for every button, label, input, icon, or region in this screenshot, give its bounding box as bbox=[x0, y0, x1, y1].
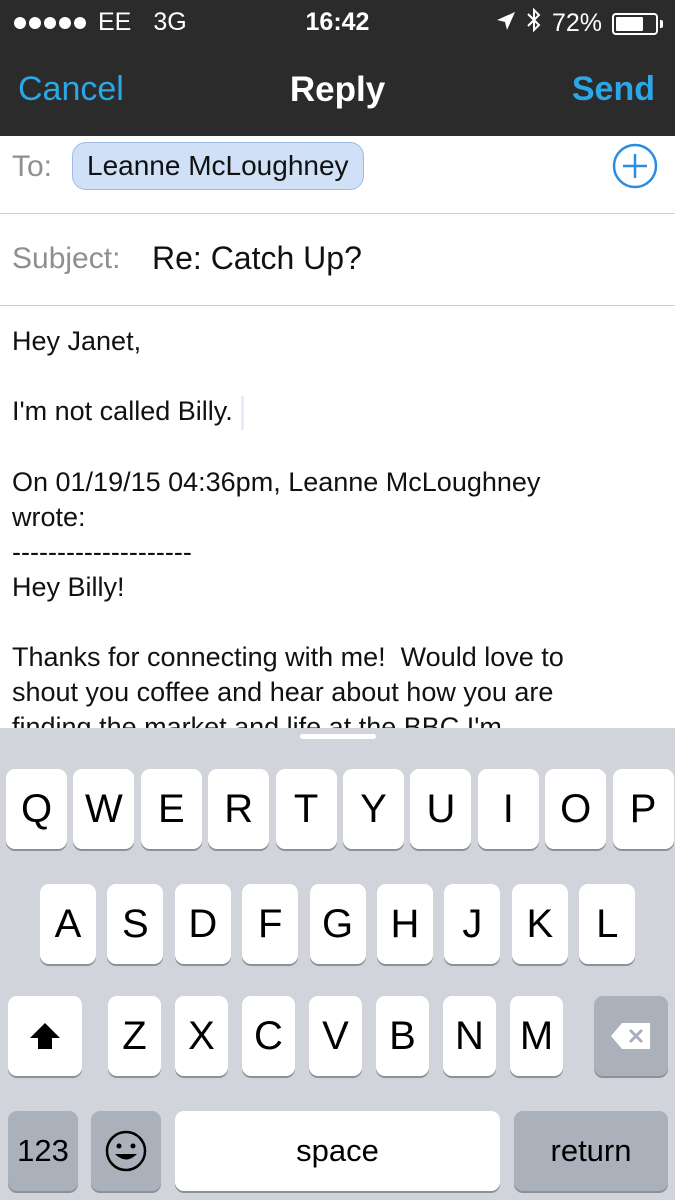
subject-field[interactable]: Subject: Re: Catch Up? bbox=[0, 214, 675, 306]
plus-circle-icon bbox=[612, 143, 658, 189]
key-v[interactable]: V bbox=[309, 996, 362, 1076]
key-j[interactable]: J bbox=[444, 884, 501, 964]
bluetooth-icon bbox=[526, 7, 542, 40]
location-arrow-icon bbox=[496, 9, 516, 38]
space-key[interactable]: space bbox=[175, 1111, 500, 1191]
key-l[interactable]: L bbox=[579, 884, 636, 964]
body-reply-text: I'm not called Billy. bbox=[12, 396, 233, 426]
quoted-greeting: Hey Billy! bbox=[12, 571, 125, 602]
numbers-key[interactable]: 123 bbox=[8, 1111, 78, 1191]
delete-icon bbox=[611, 1023, 650, 1049]
key-g[interactable]: G bbox=[309, 884, 366, 964]
emoji-icon bbox=[105, 1130, 147, 1172]
subject-label: Subject: bbox=[12, 242, 121, 275]
key-y[interactable]: Y bbox=[343, 769, 404, 849]
shift-key[interactable] bbox=[8, 996, 82, 1076]
quoted-line3: finding the market and life at the BBC.I… bbox=[12, 711, 502, 728]
to-field[interactable]: To: Leanne McLoughney bbox=[0, 136, 675, 214]
delete-key[interactable] bbox=[594, 996, 668, 1076]
key-h[interactable]: H bbox=[377, 884, 433, 964]
subject-input[interactable]: Re: Catch Up? bbox=[152, 240, 362, 277]
key-m[interactable]: M bbox=[510, 996, 563, 1076]
send-button[interactable]: Send bbox=[572, 70, 655, 109]
message-body[interactable]: Hey Janet, I'm not called Billy. On 01/1… bbox=[0, 306, 675, 728]
battery-percent: 72% bbox=[551, 9, 602, 37]
quote-header-line1: On 01/19/15 04:36pm, Leanne McLoughney bbox=[12, 466, 541, 497]
keyboard-grabber[interactable] bbox=[300, 734, 376, 739]
key-c[interactable]: C bbox=[242, 996, 295, 1076]
body-greeting: Hey Janet, bbox=[12, 326, 142, 356]
key-r[interactable]: R bbox=[208, 769, 270, 849]
key-s[interactable]: S bbox=[107, 884, 164, 964]
key-z[interactable]: Z bbox=[108, 996, 161, 1076]
nav-bar: Cancel Reply Send bbox=[0, 44, 675, 136]
key-f[interactable]: F bbox=[242, 884, 299, 964]
battery-icon bbox=[612, 12, 663, 35]
battery-fill bbox=[616, 16, 644, 31]
status-right: 72% bbox=[496, 7, 663, 40]
text-cursor bbox=[240, 395, 244, 430]
key-e[interactable]: E bbox=[140, 769, 202, 849]
key-d[interactable]: D bbox=[174, 884, 231, 964]
return-key[interactable]: return bbox=[514, 1111, 668, 1191]
add-recipient-button[interactable] bbox=[612, 143, 658, 189]
key-t[interactable]: T bbox=[275, 769, 337, 849]
key-w[interactable]: W bbox=[73, 769, 135, 849]
shift-icon bbox=[30, 1023, 60, 1049]
to-label: To: bbox=[12, 150, 53, 183]
status-bar: EE 3G 16:42 72% bbox=[0, 0, 675, 44]
key-p[interactable]: P bbox=[612, 769, 674, 849]
key-k[interactable]: K bbox=[511, 884, 568, 964]
key-x[interactable]: X bbox=[175, 996, 228, 1076]
recipient-chip[interactable]: Leanne McLoughney bbox=[72, 142, 364, 190]
quoted-line1: Thanks for connecting with me! Would lov… bbox=[12, 641, 564, 672]
keyboard: 123 space return QWERTYUIOP ASDFGHJKL ZXCV… bbox=[0, 728, 675, 1200]
key-b[interactable]: B bbox=[376, 996, 429, 1076]
quoted-line2: shout you coffee and hear about how you … bbox=[12, 676, 554, 707]
key-q[interactable]: Q bbox=[6, 769, 67, 849]
key-i[interactable]: I bbox=[477, 769, 539, 849]
quote-header-line2: wrote: bbox=[12, 501, 86, 532]
key-o[interactable]: O bbox=[545, 769, 607, 849]
quote-separator: -------------------- bbox=[12, 536, 192, 567]
key-u[interactable]: U bbox=[410, 769, 472, 849]
emoji-key[interactable] bbox=[91, 1111, 161, 1191]
key-n[interactable]: N bbox=[443, 996, 496, 1076]
key-a[interactable]: A bbox=[40, 884, 96, 964]
body-reply-line: I'm not called Billy. bbox=[12, 394, 663, 430]
